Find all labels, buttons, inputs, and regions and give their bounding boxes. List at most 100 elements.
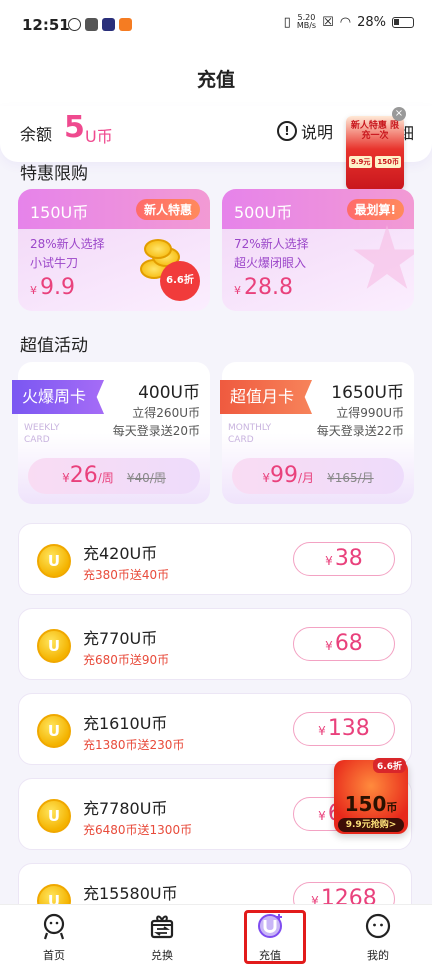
- status-time: 12:51: [22, 16, 70, 34]
- recharge-row[interactable]: U 充420U币 充380币送40币 ¥38: [18, 523, 412, 595]
- net-speed-unit: MB/s: [296, 21, 317, 30]
- offer-tag: 新人特惠: [135, 199, 200, 220]
- close-icon[interactable]: ×: [392, 107, 406, 121]
- offer-price-value: 9.9: [40, 275, 75, 300]
- card-price: ¥26/周: [62, 463, 114, 488]
- monthly-card[interactable]: 超值月卡 1650U币 立得990U币 每天登录送22币 MONTHLY CAR…: [220, 362, 414, 504]
- offer-tag: 最划算!: [346, 199, 404, 220]
- card-en-label: MONTHLY CARD: [228, 422, 271, 446]
- page-title: 充值: [196, 69, 235, 91]
- special-section-title: 特惠限购: [20, 164, 88, 184]
- card-line2: 每天登录送20币: [112, 424, 200, 438]
- offer-card-150[interactable]: 150U币 新人特惠 28%新人选择 小试牛刀 ¥9.9 6.6折: [18, 189, 210, 311]
- recharge-row[interactable]: U 充1610U币 充1380币送230币 ¥138: [18, 693, 412, 765]
- offer-desc-line1: 28%新人选择: [30, 237, 105, 251]
- weekly-card[interactable]: 火爆周卡 400U币 立得260U币 每天登录送20币 WEEKLY CARD …: [12, 362, 210, 504]
- balance-label: 余额: [20, 125, 53, 144]
- offer-desc-line2: 小试牛刀: [30, 256, 79, 270]
- recharge-bonus: 充680币送90币: [83, 653, 170, 667]
- card-period: /月: [297, 471, 314, 485]
- price-button[interactable]: ¥38: [293, 542, 395, 576]
- card-price-value: 99: [269, 463, 298, 488]
- recharge-row[interactable]: U 充770U币 充680币送90币 ¥68: [18, 608, 412, 680]
- currency-symbol: ¥: [234, 284, 241, 297]
- price-value: 138: [327, 716, 370, 741]
- currency-symbol: ¥: [318, 724, 326, 738]
- card-period: /周: [97, 471, 114, 485]
- currency-symbol: ¥: [62, 471, 70, 485]
- card-amount: 400U币: [138, 383, 200, 403]
- card-en-line2: CARD: [24, 435, 50, 445]
- tab-label: 我的: [367, 949, 389, 962]
- currency-symbol: ¥: [325, 554, 333, 568]
- battery-icon: [392, 16, 414, 28]
- card-line2: 每天登录送22币: [316, 424, 404, 438]
- app-notification-icon: [68, 18, 81, 31]
- offer-amount: 500U币: [234, 203, 293, 222]
- activity-section-title: 超值活动: [20, 336, 88, 356]
- price-button[interactable]: ¥68: [293, 627, 395, 661]
- monthly-ribbon: 超值月卡: [220, 380, 313, 414]
- net-speed: 5.20 MB/s: [297, 14, 316, 30]
- battery-percent: 28%: [357, 14, 386, 30]
- promo-discount-badge: 6.6折: [373, 758, 406, 773]
- tab-exchange[interactable]: 兑换: [108, 905, 216, 964]
- recharge-title: 充7780U币: [83, 799, 168, 818]
- status-right: ▯ 5.20 MB/s ☒ ◠ 28%: [284, 14, 414, 30]
- tab-label: 首页: [43, 949, 65, 962]
- price-button[interactable]: ¥138: [293, 712, 395, 746]
- tab-recharge[interactable]: 充值: [216, 905, 324, 964]
- card-en-line1: MONTHLY: [228, 423, 272, 433]
- promo-price-right: 150币: [375, 156, 401, 168]
- currency-symbol: ¥: [262, 471, 270, 485]
- price-value: 38: [334, 546, 363, 571]
- weekly-ribbon: 火爆周卡: [12, 380, 105, 414]
- floating-promo-button[interactable]: 6.6折 150币 9.9元抢购>: [334, 758, 408, 834]
- recharge-u-icon: [258, 914, 282, 938]
- tab-home[interactable]: 首页: [0, 905, 108, 964]
- card-en-line1: WEEKLY: [24, 423, 60, 433]
- tab-label: 兑换: [151, 949, 173, 962]
- recharge-bonus: 充6480币送1300币: [83, 823, 193, 837]
- promo-amount-unit: 币: [386, 801, 398, 814]
- promo-amount-value: 150: [344, 792, 387, 816]
- status-bar: 12:51 ▯ 5.20 MB/s ☒ ◠ 28%: [0, 0, 432, 50]
- offer-card-500[interactable]: 500U币 最划算! 72%新人选择 超火爆闭眼入 ¥28.8: [222, 189, 414, 311]
- profile-face-icon: [365, 913, 391, 939]
- card-original-price: ¥165/月: [327, 471, 374, 485]
- promo-prices: 9.9元 150币: [349, 156, 401, 168]
- recharge-title: 充420U币: [83, 544, 158, 563]
- offer-desc: 28%新人选择 小试牛刀: [30, 235, 105, 273]
- recharge-bonus: 充1380币送230币: [83, 738, 185, 752]
- promo-price-left: 9.9元: [349, 156, 373, 168]
- card-price: ¥99/月: [262, 463, 314, 488]
- recharge-title: 充1610U币: [83, 714, 168, 733]
- offer-price: ¥9.9: [30, 275, 75, 300]
- u-coin-icon: U: [37, 714, 71, 748]
- monthly-buy-button[interactable]: ¥99/月 ¥165/月: [232, 458, 404, 494]
- promo-title: 新人特惠 限充一次: [350, 121, 400, 141]
- promo-cta: 9.9元抢购>: [338, 818, 404, 832]
- currency-symbol: ¥: [30, 284, 37, 297]
- u-coin-icon: U: [37, 629, 71, 663]
- card-en-label: WEEKLY CARD: [24, 422, 60, 446]
- new-user-promo-banner[interactable]: 新人特惠 限充一次 9.9元 150币: [346, 116, 404, 190]
- offer-desc-line2: 超火爆闭眼入: [234, 256, 307, 270]
- weekly-buy-button[interactable]: ¥26/周 ¥40/周: [28, 458, 200, 494]
- u-coin-icon: U: [37, 799, 71, 833]
- page-header: 充值: [0, 50, 432, 110]
- tab-profile[interactable]: 我的: [324, 905, 432, 964]
- info-icon: !: [277, 121, 297, 141]
- star-decoration-icon: [353, 225, 414, 289]
- notification-icons: [68, 18, 132, 31]
- offer-price-value: 28.8: [244, 275, 293, 300]
- offer-amount: 150U币: [30, 203, 89, 222]
- help-button[interactable]: ! 说明: [277, 119, 333, 143]
- card-line1: 立得260U币: [132, 406, 200, 420]
- wifi-icon: ◠: [339, 14, 352, 30]
- sim-icon: ☒: [322, 14, 334, 30]
- u-coin-icon: U: [37, 544, 71, 578]
- recharge-title: 充770U币: [83, 629, 158, 648]
- home-mascot-icon: [43, 913, 65, 940]
- app-notification-icon: [85, 18, 98, 31]
